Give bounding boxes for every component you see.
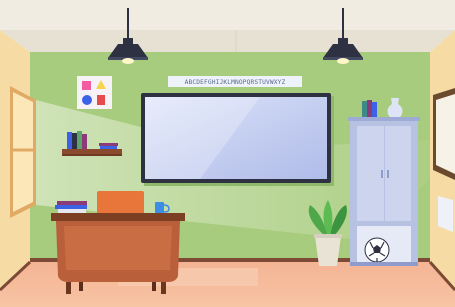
classroom-illustration: ABCDEFGHIJKLMNOPQRSTUVWXYZ xyxy=(0,0,455,307)
book xyxy=(367,100,372,119)
desk-leg xyxy=(161,282,166,294)
book xyxy=(99,143,118,146)
book xyxy=(362,101,367,119)
book xyxy=(372,102,377,119)
book-stack xyxy=(58,209,86,213)
wall-shelf xyxy=(62,149,122,154)
bulletin-board-cork xyxy=(436,94,455,174)
left-window-glass xyxy=(13,92,33,212)
book xyxy=(72,133,77,149)
shapes-poster-icon xyxy=(77,76,112,109)
laptop-icon xyxy=(92,191,148,216)
cabinet-handle xyxy=(387,170,389,178)
ceiling xyxy=(0,0,455,30)
desk-leg xyxy=(152,282,156,291)
cabinet-handle xyxy=(381,170,383,178)
book xyxy=(77,131,82,149)
alphabet-strip-text: ABCDEFGHIJKLMNOPQRSTUVWXYZ xyxy=(185,79,286,86)
classroom-svg: ABCDEFGHIJKLMNOPQRSTUVWXYZ xyxy=(0,0,455,307)
wall-shelf-shadow xyxy=(62,154,122,156)
soccer-ball-icon xyxy=(364,237,390,263)
cabinet-base xyxy=(350,262,418,266)
desk-leg xyxy=(66,282,71,294)
cabinet-door-left[interactable] xyxy=(357,126,384,221)
paper-note xyxy=(438,196,453,232)
book-stack xyxy=(55,205,87,209)
desk-panel xyxy=(64,226,172,270)
book xyxy=(82,134,87,149)
book-stack xyxy=(57,201,87,205)
cabinet-top xyxy=(348,117,420,121)
book xyxy=(67,132,72,149)
ceiling-front-edge xyxy=(0,30,455,52)
desk-leg xyxy=(79,282,83,291)
desk-top xyxy=(51,213,185,221)
book xyxy=(100,146,117,149)
